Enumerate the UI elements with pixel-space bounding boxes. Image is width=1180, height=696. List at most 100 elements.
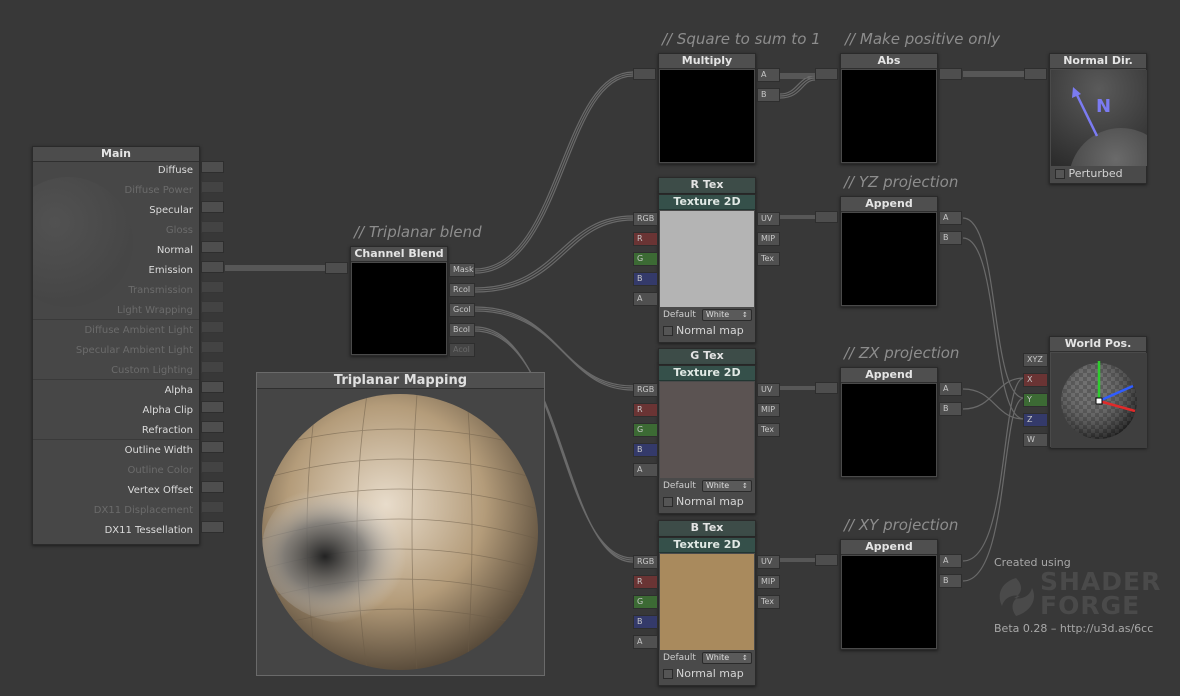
main-input-port[interactable]	[201, 321, 224, 333]
shader-forge-logo-icon	[999, 578, 1035, 616]
main-node[interactable]: Main Diffuse Diffuse Power Specular Gloss No…	[32, 146, 200, 545]
texture-output-mip[interactable]: MIP	[757, 575, 780, 589]
texture-output-uv[interactable]: UV	[757, 555, 780, 569]
texture-input-g[interactable]: G	[633, 252, 658, 266]
main-input-port[interactable]	[201, 281, 224, 293]
main-input-port[interactable]	[201, 501, 224, 513]
normal-map-checkbox[interactable]	[663, 669, 673, 679]
main-input-port[interactable]	[201, 221, 224, 233]
texture2d-node[interactable]: Texture 2D Default White ↕ Normal map	[658, 365, 756, 514]
append-node[interactable]: Append	[840, 196, 938, 307]
abs-input-port[interactable]	[815, 68, 838, 80]
main-input-port[interactable]	[201, 481, 224, 493]
texture-input-r[interactable]: R	[633, 575, 658, 589]
texture2d-node[interactable]: Texture 2D Default White ↕ Normal map	[658, 194, 756, 343]
append-input-port[interactable]	[815, 211, 838, 223]
abs-node[interactable]: Abs	[840, 53, 938, 164]
normal-map-toggle[interactable]: Normal map	[663, 324, 744, 337]
multiply-input-port[interactable]	[633, 68, 656, 80]
channel-blend-node[interactable]: Channel Blend	[350, 246, 448, 356]
append-node[interactable]: Append	[840, 539, 938, 650]
texture-output-tex[interactable]: Tex	[757, 252, 780, 266]
main-input-port[interactable]	[201, 301, 224, 313]
texture-input-rgb[interactable]: RGB	[633, 555, 658, 569]
world-pos-output-z[interactable]: Z	[1023, 413, 1048, 427]
texture-input-r[interactable]: R	[633, 232, 658, 246]
normal-map-toggle[interactable]: Normal map	[663, 667, 744, 680]
normal-map-checkbox[interactable]	[663, 497, 673, 507]
world-pos-output-xyz[interactable]: XYZ	[1023, 353, 1048, 367]
channel-blend-output-bcol[interactable]: Bcol	[449, 323, 475, 337]
texture-output-uv[interactable]: UV	[757, 212, 780, 226]
append-output-a[interactable]: A	[939, 382, 962, 396]
normal-map-label: Normal map	[676, 667, 744, 680]
world-pos-output-w[interactable]: W	[1023, 433, 1048, 447]
append-input-port[interactable]	[815, 554, 838, 566]
texture-input-a[interactable]: A	[633, 635, 658, 649]
texture-input-b[interactable]: B	[633, 272, 658, 286]
multiply-output-a[interactable]: A	[757, 68, 780, 82]
texture-input-r[interactable]: R	[633, 403, 658, 417]
texture-input-a[interactable]: A	[633, 463, 658, 477]
texture-output-tex[interactable]: Tex	[757, 595, 780, 609]
append-output-b[interactable]: B	[939, 231, 962, 245]
perturbed-toggle[interactable]: Perturbed	[1055, 167, 1123, 180]
normal-dir-input-port[interactable]	[1024, 68, 1047, 80]
world-pos-node[interactable]: World Pos.	[1049, 336, 1147, 448]
texture-input-b[interactable]: B	[633, 443, 658, 457]
append-input-port[interactable]	[815, 382, 838, 394]
main-input-port[interactable]	[201, 461, 224, 473]
main-input-port[interactable]	[201, 241, 224, 253]
main-input-port[interactable]	[201, 401, 224, 413]
texture-output-mip[interactable]: MIP	[757, 232, 780, 246]
channel-blend-output-acol[interactable]: Acol	[449, 343, 475, 357]
append-title: Append	[841, 368, 937, 383]
texture-default-dropdown[interactable]: White ↕	[701, 480, 752, 492]
multiply-output-b[interactable]: B	[757, 88, 780, 102]
triplanar-preview-panel[interactable]: Triplanar Mapping	[256, 372, 545, 676]
channel-blend-input-port[interactable]	[325, 262, 348, 274]
append-output-b[interactable]: B	[939, 574, 962, 588]
channel-blend-output-rcol[interactable]: Rcol	[449, 283, 475, 297]
channel-blend-output-mask[interactable]: Mask	[449, 263, 475, 277]
main-input-port[interactable]	[201, 161, 224, 173]
texture2d-node[interactable]: Texture 2D Default White ↕ Normal map	[658, 537, 756, 686]
texture-default-dropdown[interactable]: White ↕	[701, 652, 752, 664]
texture-input-rgb[interactable]: RGB	[633, 383, 658, 397]
main-input-port[interactable]	[201, 521, 224, 533]
append-node[interactable]: Append	[840, 367, 938, 478]
main-input-port[interactable]	[201, 341, 224, 353]
texture-output-tex[interactable]: Tex	[757, 423, 780, 437]
texture-output-uv[interactable]: UV	[757, 383, 780, 397]
normal-map-toggle[interactable]: Normal map	[663, 495, 744, 508]
texture-output-mip[interactable]: MIP	[757, 403, 780, 417]
texture-input-a[interactable]: A	[633, 292, 658, 306]
texture-input-b[interactable]: B	[633, 615, 658, 629]
texture-input-rgb[interactable]: RGB	[633, 212, 658, 226]
main-input-label: Emission	[148, 265, 194, 276]
normal-dir-node[interactable]: Normal Dir. N Perturbed	[1049, 53, 1147, 184]
perturbed-checkbox[interactable]	[1055, 169, 1065, 179]
main-input-port[interactable]	[201, 201, 224, 213]
world-pos-output-y[interactable]: Y	[1023, 393, 1048, 407]
abs-preview	[842, 70, 936, 162]
abs-output-port[interactable]	[939, 68, 962, 80]
channel-blend-output-gcol[interactable]: Gcol	[449, 303, 475, 317]
main-input-port[interactable]	[201, 181, 224, 193]
main-input-port[interactable]	[201, 261, 224, 273]
main-input-port[interactable]	[201, 381, 224, 393]
multiply-node[interactable]: Multiply	[658, 53, 756, 164]
main-input-port[interactable]	[201, 361, 224, 373]
append-output-a[interactable]: A	[939, 554, 962, 568]
normal-map-checkbox[interactable]	[663, 326, 673, 336]
append-output-a[interactable]: A	[939, 211, 962, 225]
texture-input-g[interactable]: G	[633, 423, 658, 437]
append-preview	[842, 556, 936, 648]
append-output-b[interactable]: B	[939, 402, 962, 416]
texture-input-g[interactable]: G	[633, 595, 658, 609]
texture-default-dropdown[interactable]: White ↕	[701, 309, 752, 321]
world-pos-output-x[interactable]: X	[1023, 373, 1048, 387]
tex-node-header: G Tex	[658, 348, 756, 365]
main-input-port[interactable]	[201, 441, 224, 453]
main-input-port[interactable]	[201, 421, 224, 433]
